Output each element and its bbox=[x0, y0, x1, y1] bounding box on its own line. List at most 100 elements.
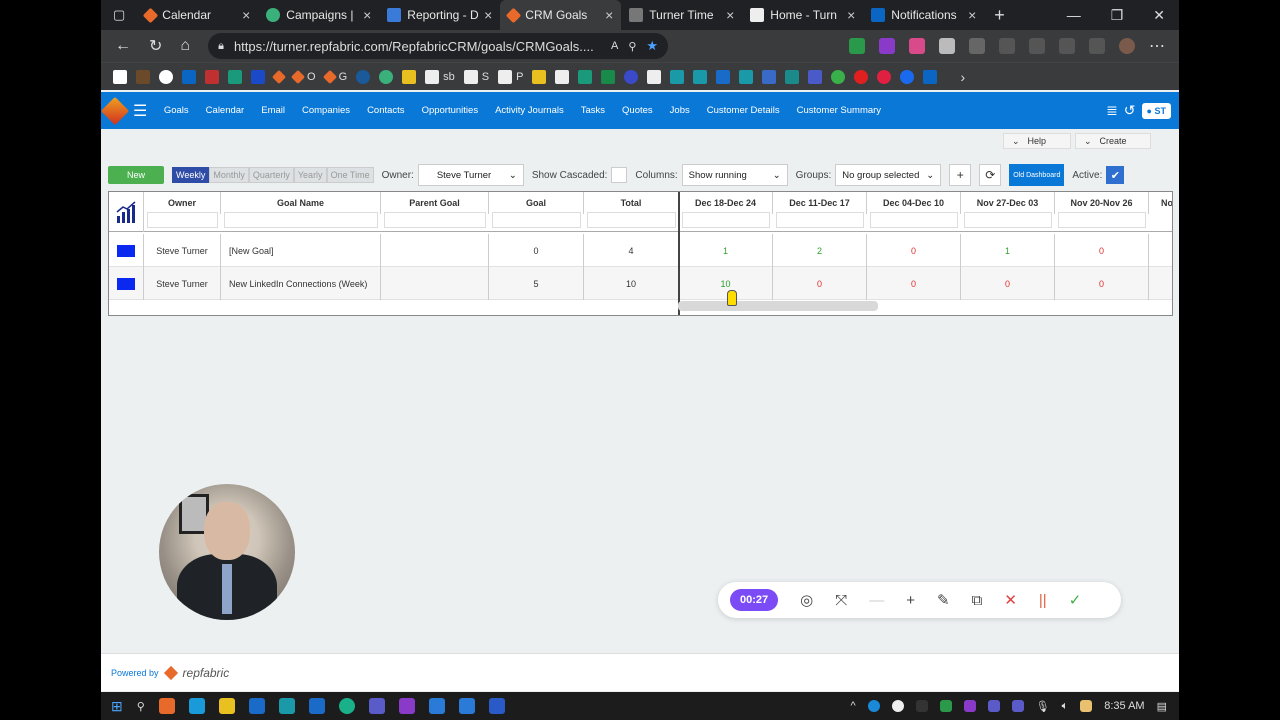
nav-jobs[interactable]: Jobs bbox=[661, 105, 698, 116]
bookmark-item[interactable] bbox=[831, 69, 846, 84]
column-header-goal-name[interactable]: Goal Name bbox=[221, 192, 381, 214]
owner-select[interactable]: Steve Turner ⌄ bbox=[417, 164, 524, 186]
filter-week-input[interactable] bbox=[776, 212, 864, 228]
nav-customer-details[interactable]: Customer Details bbox=[698, 105, 788, 116]
table-row[interactable]: Steve Turner [New Goal] 0 4 1 2 0 1 0 bbox=[109, 234, 1172, 267]
old-dashboard-button[interactable]: Old Dashboard bbox=[1009, 164, 1065, 186]
clock[interactable]: 8:35 AM bbox=[1104, 700, 1144, 712]
cancel-recording-icon[interactable]: ✕ bbox=[1004, 591, 1017, 609]
column-header-week[interactable]: Dec 04-Dec 10 bbox=[867, 192, 961, 214]
taskbar-app-icon[interactable] bbox=[278, 698, 295, 714]
filter-total-input[interactable] bbox=[587, 212, 676, 228]
taskbar-app-icon[interactable] bbox=[458, 698, 475, 714]
puzzle-icon[interactable] bbox=[969, 38, 985, 54]
filter-goal-name-input[interactable] bbox=[224, 212, 378, 228]
menu-icon[interactable]: ☰ bbox=[133, 101, 147, 121]
zoom-icon[interactable]: ⚲ bbox=[628, 40, 636, 53]
filter-goal-input[interactable] bbox=[492, 212, 581, 228]
bookmark-item[interactable]: G bbox=[322, 69, 347, 84]
browser-tab[interactable]: Calendar × bbox=[137, 0, 258, 30]
column-header-owner[interactable]: Owner bbox=[144, 192, 221, 214]
column-header-week[interactable]: Nov 27-Dec 03 bbox=[961, 192, 1055, 214]
filter-week-input[interactable] bbox=[870, 212, 958, 228]
bookmark-item[interactable] bbox=[854, 69, 869, 84]
browser-tab[interactable]: Home - Turn × bbox=[742, 0, 863, 30]
nav-calendar[interactable]: Calendar bbox=[197, 105, 253, 116]
bookmark-item[interactable] bbox=[923, 69, 938, 84]
mail-icon[interactable] bbox=[939, 38, 955, 54]
table-row[interactable]: Steve Turner New LinkedIn Connections (W… bbox=[109, 267, 1172, 300]
column-header-total[interactable]: Total bbox=[584, 192, 679, 214]
tray-app-icon[interactable] bbox=[963, 700, 976, 712]
bookmark-item[interactable] bbox=[578, 69, 593, 84]
bookmark-item[interactable] bbox=[228, 69, 242, 84]
browser-tab[interactable]: Reporting - D × bbox=[379, 0, 500, 30]
taskbar-app-icon[interactable] bbox=[428, 698, 445, 714]
bookmark-ups[interactable] bbox=[136, 69, 150, 84]
add-group-button[interactable]: + bbox=[949, 164, 972, 186]
column-header-week[interactable]: No bbox=[1149, 192, 1172, 214]
nav-customer-summary[interactable]: Customer Summary bbox=[788, 105, 889, 116]
taskbar-app-icon[interactable] bbox=[158, 698, 175, 714]
create-button[interactable]: ⌄ Create bbox=[1075, 133, 1151, 149]
period-yearly[interactable]: Yearly bbox=[293, 167, 327, 183]
repfabric-logo[interactable] bbox=[101, 96, 130, 125]
refresh-button[interactable]: ⟳ bbox=[979, 164, 1002, 186]
nav-tasks[interactable]: Tasks bbox=[572, 105, 613, 116]
new-goal-button[interactable]: New bbox=[108, 166, 164, 184]
bookmark-item[interactable] bbox=[808, 69, 823, 84]
extension-icon[interactable] bbox=[849, 38, 865, 54]
tray-app-icon[interactable] bbox=[1011, 700, 1024, 712]
close-window-icon[interactable]: ✕ bbox=[1153, 7, 1165, 24]
goal-name-cell[interactable]: [New Goal] bbox=[221, 234, 381, 267]
bookmark-item[interactable] bbox=[762, 69, 777, 84]
filter-week-input[interactable] bbox=[964, 212, 1052, 228]
filter-week-input[interactable] bbox=[682, 212, 770, 228]
teams-icon[interactable] bbox=[368, 698, 385, 714]
close-icon[interactable]: × bbox=[605, 7, 613, 23]
home-icon[interactable]: ⌂ bbox=[180, 37, 190, 55]
goal-name-cell[interactable]: New LinkedIn Connections (Week) bbox=[221, 267, 381, 300]
close-icon[interactable]: × bbox=[242, 7, 250, 23]
finish-recording-icon[interactable]: ✓ bbox=[1069, 591, 1082, 609]
minimize-icon[interactable]: — bbox=[1067, 7, 1081, 24]
bookmarks-overflow-icon[interactable]: › bbox=[960, 69, 965, 85]
bookmark-item[interactable]: O bbox=[290, 69, 316, 84]
pause-recording-icon[interactable]: || bbox=[1039, 592, 1047, 609]
favorites-icon[interactable] bbox=[999, 38, 1015, 54]
taskbar-app-icon[interactable] bbox=[188, 698, 205, 714]
close-icon[interactable]: × bbox=[847, 7, 855, 23]
windows-start-icon[interactable]: ⊞ bbox=[111, 698, 123, 715]
bookmark-item[interactable] bbox=[670, 69, 685, 84]
browser-tab[interactable]: Turner Time × bbox=[621, 0, 742, 30]
browser-tab[interactable]: Campaigns | × bbox=[258, 0, 379, 30]
bookmark-item[interactable] bbox=[601, 69, 616, 84]
search-icon[interactable]: ⚲ bbox=[137, 700, 145, 713]
favorite-star-icon[interactable]: ★ bbox=[646, 38, 658, 54]
bookmark-item[interactable] bbox=[356, 69, 371, 84]
taskbar-app-icon[interactable] bbox=[248, 698, 265, 714]
tray-app-icon[interactable] bbox=[939, 700, 952, 712]
show-cascaded-checkbox[interactable] bbox=[611, 167, 628, 183]
read-aloud-icon[interactable]: A bbox=[611, 40, 618, 52]
maximize-icon[interactable]: ❐ bbox=[1111, 7, 1124, 24]
taskbar-app-icon[interactable] bbox=[308, 698, 325, 714]
onedrive-icon[interactable] bbox=[867, 700, 880, 712]
draw-icon[interactable]: ✎ bbox=[937, 591, 950, 609]
bookmark-linkedin[interactable] bbox=[182, 69, 196, 84]
column-header-week[interactable]: Dec 11-Dec 17 bbox=[773, 192, 867, 214]
notifications-icon[interactable]: ▤ bbox=[1157, 700, 1167, 713]
bookmark-item[interactable] bbox=[647, 69, 662, 84]
notes-icon[interactable]: ≣ bbox=[1106, 102, 1118, 119]
filter-owner-input[interactable] bbox=[147, 212, 218, 228]
onenote-icon[interactable] bbox=[398, 698, 415, 714]
filter-parent-goal-input[interactable] bbox=[384, 212, 486, 228]
nav-email[interactable]: Email bbox=[253, 105, 294, 116]
bookmark-paypal[interactable] bbox=[251, 69, 265, 84]
close-icon[interactable]: × bbox=[363, 7, 371, 23]
bookmark-item[interactable] bbox=[205, 69, 219, 84]
url-field[interactable]: 🔒︎ https://turner.repfabric.com/Repfabri… bbox=[208, 33, 669, 59]
help-button[interactable]: ⌄ Help bbox=[1003, 133, 1071, 149]
back-icon[interactable]: ← bbox=[115, 37, 131, 55]
column-header-week[interactable]: Dec 18-Dec 24 bbox=[679, 192, 773, 214]
